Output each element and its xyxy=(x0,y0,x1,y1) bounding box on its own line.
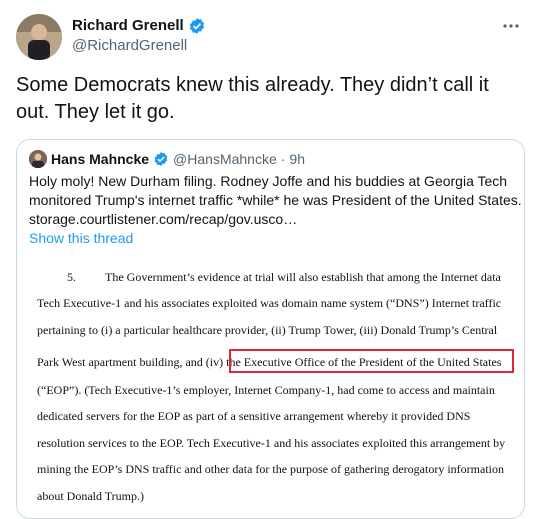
author-handle[interactable]: @RichardGrenell xyxy=(72,36,206,56)
quoted-author-handle[interactable]: @HansMahncke xyxy=(173,151,277,167)
filing-line: Tech Executive-1 and his associates expl… xyxy=(37,296,502,310)
quoted-text-line: monitored Trump's internet traffic *whil… xyxy=(29,192,522,208)
tweet-text-line: out. They let it go. xyxy=(16,101,175,123)
paragraph-number: 5. xyxy=(67,270,76,284)
verified-badge-icon xyxy=(189,18,204,34)
ellipsis-icon[interactable] xyxy=(497,12,525,40)
filing-line: about Donald Trump.) xyxy=(37,489,145,503)
verified-badge-icon xyxy=(154,152,168,166)
author-avatar[interactable] xyxy=(16,14,62,60)
filing-line: mining the EOP’s DNS traffic and other d… xyxy=(37,462,504,476)
dot-separator: · xyxy=(280,151,286,167)
quoted-link[interactable]: storage.courtlistener.com/recap/gov.usco… xyxy=(29,210,514,229)
tweet[interactable]: Richard Grenell @RichardGrenell Some Dem… xyxy=(0,0,535,519)
tweet-text: Some Democrats knew this already. They d… xyxy=(16,72,521,126)
quoted-tweet[interactable]: Hans Mahncke @HansMahncke · 9h Holy moly… xyxy=(16,139,525,519)
quoted-tweet-header: Hans Mahncke @HansMahncke · 9h xyxy=(29,150,305,168)
author-name-row[interactable]: Richard Grenell xyxy=(72,16,206,36)
quoted-text-line: Holy moly! New Durham filing. Rodney Jof… xyxy=(29,173,508,189)
filing-line: resolution services to the EOP. Tech Exe… xyxy=(37,436,506,450)
quoted-timestamp[interactable]: 9h xyxy=(289,151,305,167)
filing-line: dedicated servers for the EOP as part of… xyxy=(37,409,471,423)
show-thread-link[interactable]: Show this thread xyxy=(29,230,133,246)
quoted-author-avatar[interactable] xyxy=(29,150,47,168)
court-filing-image[interactable]: 5. The Government’s evidence at trial wi… xyxy=(17,258,524,518)
highlight-box xyxy=(229,349,514,373)
author-name[interactable]: Richard Grenell xyxy=(72,16,184,36)
author-block: Richard Grenell @RichardGrenell xyxy=(72,16,206,56)
filing-line: The Government’s evidence at trial will … xyxy=(105,270,501,284)
filing-line: (“EOP”). (Tech Executive-1’s employer, I… xyxy=(37,383,495,397)
tweet-text-line: Some Democrats knew this already. They d… xyxy=(16,74,489,96)
quoted-author-name[interactable]: Hans Mahncke xyxy=(51,151,149,167)
quoted-tweet-text: Holy moly! New Durham filing. Rodney Jof… xyxy=(29,172,522,229)
filing-line: pertaining to (i) a particular healthcar… xyxy=(37,323,498,337)
